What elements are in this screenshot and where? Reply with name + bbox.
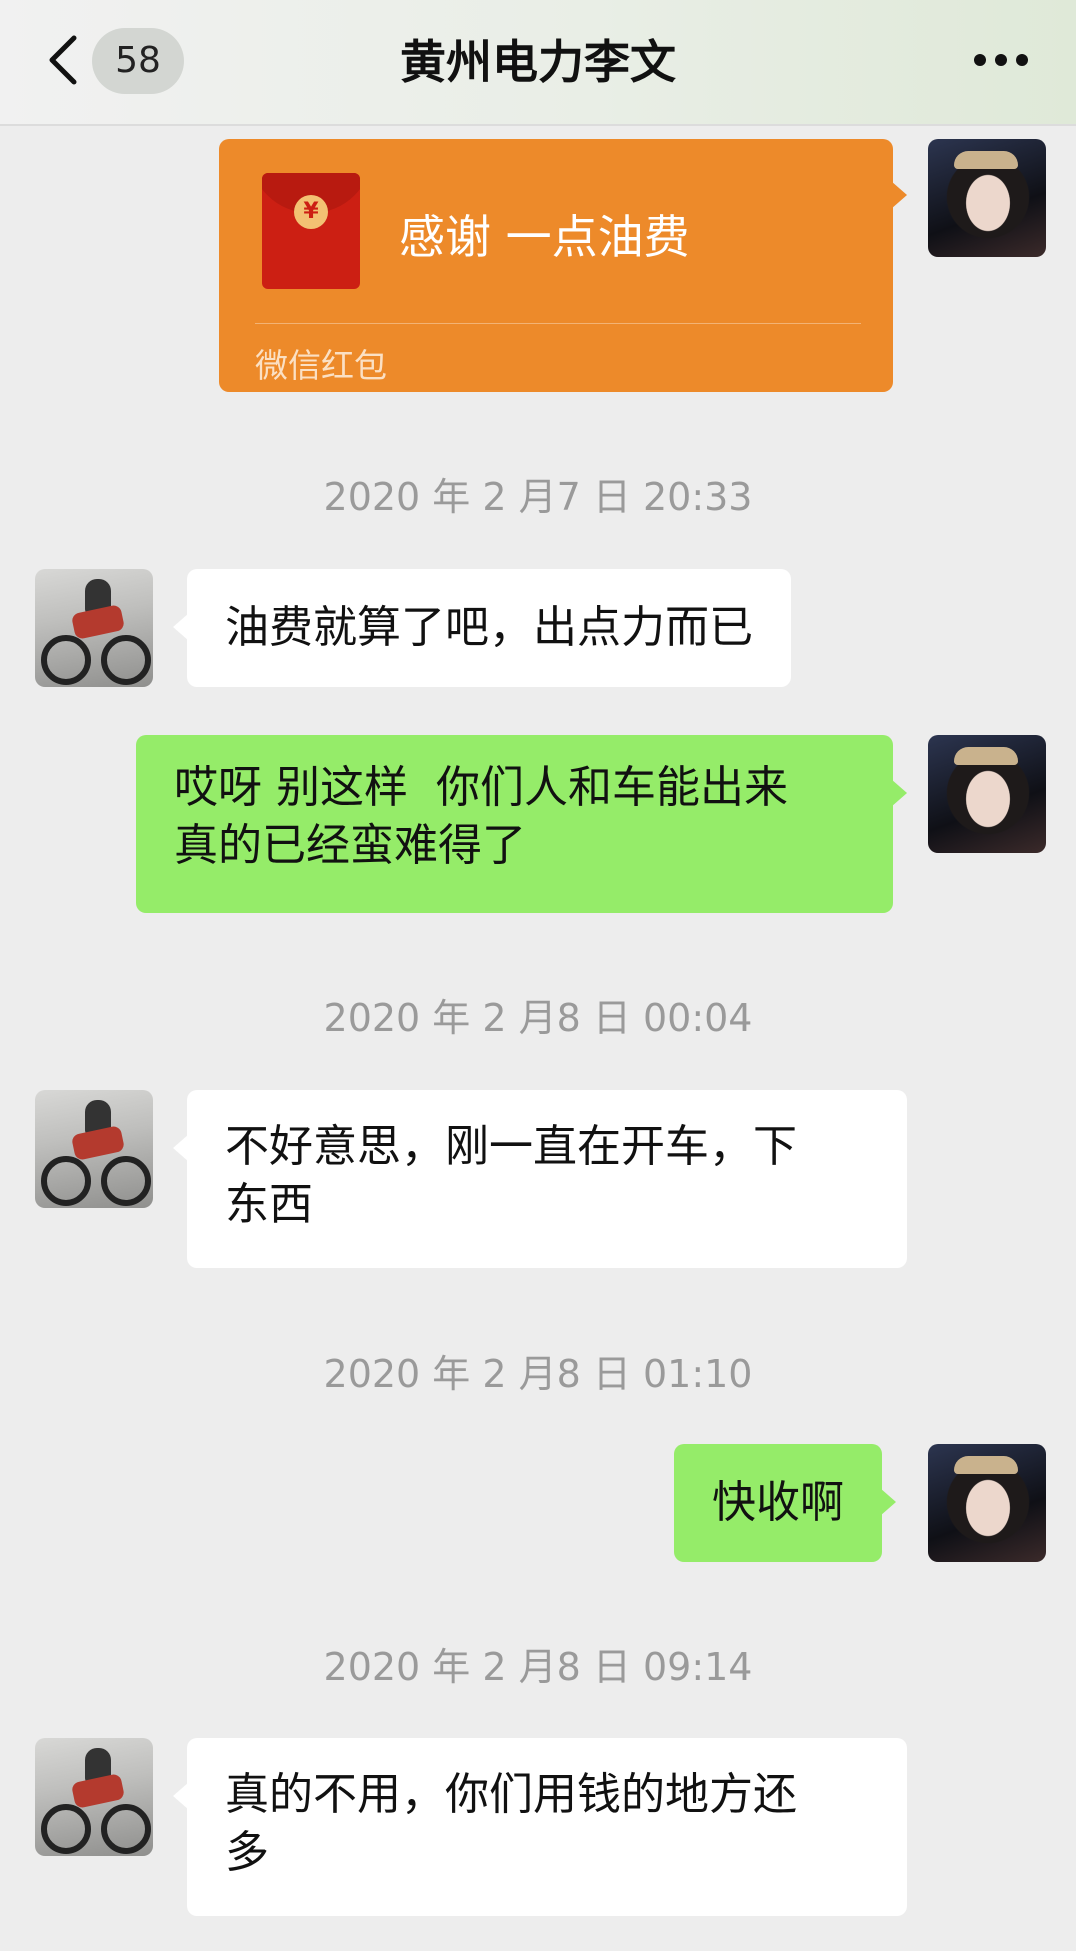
red-packet-message[interactable]: ¥ 感谢 一点油费 微信红包 [219,139,907,392]
contact-avatar[interactable] [35,1738,153,1856]
red-packet-text: 感谢 一点油费 [399,210,690,264]
sent-message[interactable]: 哎呀 别这样 你们人和车能出来 真的已经蛮难得了 [136,735,907,913]
message-text: 不好意思，刚一直在开车，下 东西 [225,1121,797,1230]
message-text: 快收啊 [712,1477,844,1528]
received-message[interactable]: 不好意思，刚一直在开车，下 东西 [173,1090,907,1268]
chat-screen: 58 黄州电力李文 ¥ 感谢 一点油费 微信红包 2020 年 2 月7 日 2… [0,0,1076,1951]
self-avatar[interactable] [928,139,1046,257]
message-text: 真的不用，你们用钱的地方还 多 [225,1769,797,1878]
chat-header: 58 黄州电力李文 [0,0,1076,126]
timestamp: 2020 年 2 月7 日 20:33 [323,475,753,519]
contact-avatar[interactable] [35,569,153,687]
self-avatar[interactable] [928,735,1046,853]
timestamp: 2020 年 2 月8 日 00:04 [323,996,753,1040]
message-text: 哎呀 别这样 你们人和车能出来 真的已经蛮难得了 [174,762,788,871]
self-avatar[interactable] [928,1444,1046,1562]
timestamp: 2020 年 2 月8 日 01:10 [323,1352,753,1396]
ellipsis-icon [974,54,986,66]
received-message[interactable]: 油费就算了吧，出点力而已 [173,569,791,687]
contact-avatar[interactable] [35,1090,153,1208]
message-text: 油费就算了吧，出点力而已 [225,602,753,653]
more-button[interactable] [974,50,1028,70]
timestamp: 2020 年 2 月8 日 09:14 [323,1645,753,1689]
received-message[interactable]: 真的不用，你们用钱的地方还 多 [173,1738,907,1916]
red-envelope-icon: ¥ [262,173,360,289]
red-packet-label: 微信红包 [255,346,387,385]
sent-message[interactable]: 快收啊 [674,1444,896,1562]
chat-title: 黄州电力李文 [400,35,676,89]
